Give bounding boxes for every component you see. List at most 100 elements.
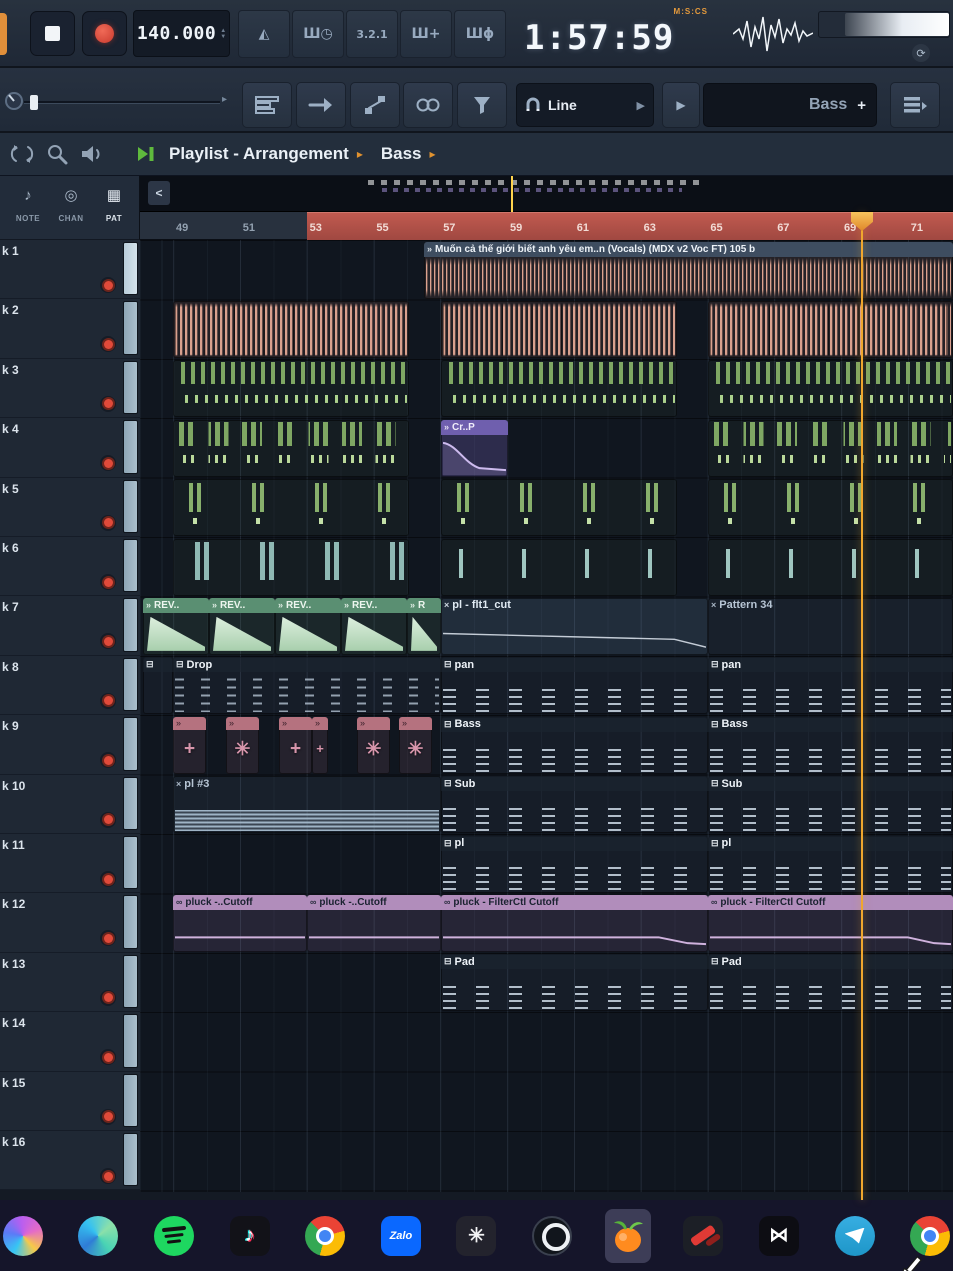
clip[interactable]: ∞ pluck -..Cutoff [307, 894, 441, 952]
pattern-picker-button[interactable] [890, 82, 940, 128]
taskbar-app-tiktok[interactable]: ♪ [227, 1209, 273, 1263]
clip[interactable]: ∞ pluck - FilterCtl Cutoff [441, 894, 708, 952]
song-position-icon[interactable] [133, 141, 159, 167]
clip[interactable]: » Muốn cả thế giới biết anh yêu em..n (Vo… [424, 241, 953, 299]
stop-button[interactable] [30, 11, 75, 56]
clip[interactable]: » REV.. [341, 597, 407, 655]
loop-record-icon[interactable]: Шϕ [454, 10, 506, 58]
hit-glyph: ✳ [407, 739, 424, 761]
main-volume-slider[interactable] [24, 95, 220, 110]
snap-selector[interactable]: Line ▶ [516, 83, 654, 127]
clip[interactable] [173, 300, 409, 358]
clip[interactable]: ⊟ pl [708, 835, 953, 893]
clip[interactable]: » ✳ [226, 716, 259, 774]
send-arrow-button[interactable] [296, 82, 346, 128]
tempo-steppers[interactable]: ▲ ▼ [220, 28, 226, 40]
clip[interactable] [441, 360, 677, 418]
channel-rack-button[interactable] [242, 82, 292, 128]
clip[interactable]: × pl - flt1_cut [441, 597, 708, 655]
clip[interactable]: ⊟ Drop [173, 657, 441, 715]
paintbrush-cursor [888, 1252, 926, 1271]
clip[interactable] [441, 538, 677, 596]
clip[interactable]: ∞ pluck -..Cutoff [173, 894, 307, 952]
master-volume-slider[interactable] [818, 11, 950, 38]
taskbar-app-copilot[interactable] [0, 1209, 46, 1263]
taskbar-app-fl-studio[interactable] [604, 1208, 651, 1263]
slider-handle[interactable] [30, 95, 38, 110]
clip[interactable] [708, 479, 953, 537]
dump-score-button[interactable] [457, 82, 507, 128]
taskbar-app-obs[interactable] [529, 1209, 575, 1263]
taskbar-app-edge[interactable] [76, 1209, 122, 1263]
clip[interactable]: ∞ pluck - FilterCtl Cutoff [708, 894, 953, 952]
zoom-icon[interactable] [44, 141, 70, 167]
precount-icon[interactable]: Ш◷ [292, 10, 344, 58]
clip[interactable] [173, 479, 409, 537]
clip[interactable]: » R [407, 597, 441, 655]
clip[interactable] [708, 419, 953, 477]
clip[interactable] [441, 300, 677, 358]
clip[interactable]: ⊟ Sub [708, 776, 953, 834]
clip[interactable]: × Pattern 34 [708, 597, 953, 655]
menu-fragment[interactable] [0, 13, 7, 55]
snap-value: Line [548, 97, 577, 113]
history-icon[interactable]: ⟳ [912, 44, 930, 62]
oscilloscope[interactable] [732, 9, 814, 59]
clip[interactable]: ⊟ [143, 657, 173, 715]
clip[interactable]: ⊟ Pad [708, 954, 953, 1012]
clip-play2-icon: » [282, 718, 288, 729]
clip[interactable]: » REV.. [143, 597, 209, 655]
clip[interactable]: ⊟ pan [708, 657, 953, 715]
clip[interactable]: ⊟ Sub [441, 776, 708, 834]
clip-mini-icon: ⊟ [711, 718, 719, 729]
recenter-icon[interactable] [9, 141, 35, 167]
clip[interactable]: ⊟ pan [441, 657, 708, 715]
clip-label: pan [721, 658, 742, 671]
taskbar-app-spotify[interactable] [151, 1209, 197, 1263]
taskbar-app-telegram[interactable] [832, 1209, 878, 1263]
magnet-icon [526, 97, 540, 111]
tempo-display[interactable]: 140.000 ▲ ▼ [133, 10, 230, 57]
overdub-icon[interactable]: Ш+ [400, 10, 452, 58]
taskbar-app-red-app[interactable] [681, 1209, 727, 1263]
clip[interactable]: » Cr..P [441, 419, 508, 477]
clip-header: ⊟ pl [441, 835, 708, 851]
breadcrumb-sub[interactable]: Bass [381, 144, 422, 164]
clip[interactable]: » REV.. [209, 597, 275, 655]
audio-preview-icon[interactable] [79, 141, 105, 167]
taskbar-app-zalo[interactable]: Zalo [378, 1209, 424, 1263]
clip[interactable]: ⊟ Bass [708, 716, 953, 774]
clip[interactable] [708, 360, 953, 418]
clip[interactable]: » REV.. [275, 597, 341, 655]
clip[interactable]: » + [279, 716, 312, 774]
clip[interactable] [173, 360, 409, 418]
pattern-selector[interactable]: Bass + [703, 83, 877, 127]
record-button[interactable] [82, 11, 127, 56]
clip[interactable]: ⊟ Bass [441, 716, 708, 774]
metronome-icon[interactable]: ◭ [238, 10, 290, 58]
clip[interactable]: ⊟ Pad [441, 954, 708, 1012]
time-display[interactable]: M:S:CS 1:57:59 [518, 4, 726, 64]
clip[interactable]: » ✳ [357, 716, 390, 774]
clip[interactable]: » + [173, 716, 206, 774]
clip[interactable] [173, 538, 409, 596]
clip-label: pl #3 [184, 777, 210, 790]
clip[interactable]: » + [312, 716, 328, 774]
add-pattern-button[interactable]: + [857, 97, 866, 114]
master-pitch-knob[interactable] [3, 90, 25, 117]
link-button[interactable] [403, 82, 453, 128]
clip[interactable]: × pl #3 [173, 776, 441, 834]
clip[interactable] [441, 479, 677, 537]
clip-body [277, 614, 339, 653]
clip[interactable] [173, 419, 409, 477]
clip[interactable]: ⊟ pl [441, 835, 708, 893]
clip[interactable]: » ✳ [399, 716, 432, 774]
slide-notes-button[interactable] [350, 82, 400, 128]
marker-jump-button[interactable]: ▶ [662, 82, 700, 128]
taskbar-app-chrome[interactable] [302, 1209, 348, 1263]
countdown-321-icon[interactable]: 3.2.1 [346, 10, 398, 58]
taskbar-app-starburst[interactable]: ✳ [454, 1209, 500, 1263]
clip[interactable] [708, 538, 953, 596]
taskbar-app-capcut[interactable]: ⋈ [756, 1209, 802, 1263]
clip[interactable] [708, 300, 953, 358]
